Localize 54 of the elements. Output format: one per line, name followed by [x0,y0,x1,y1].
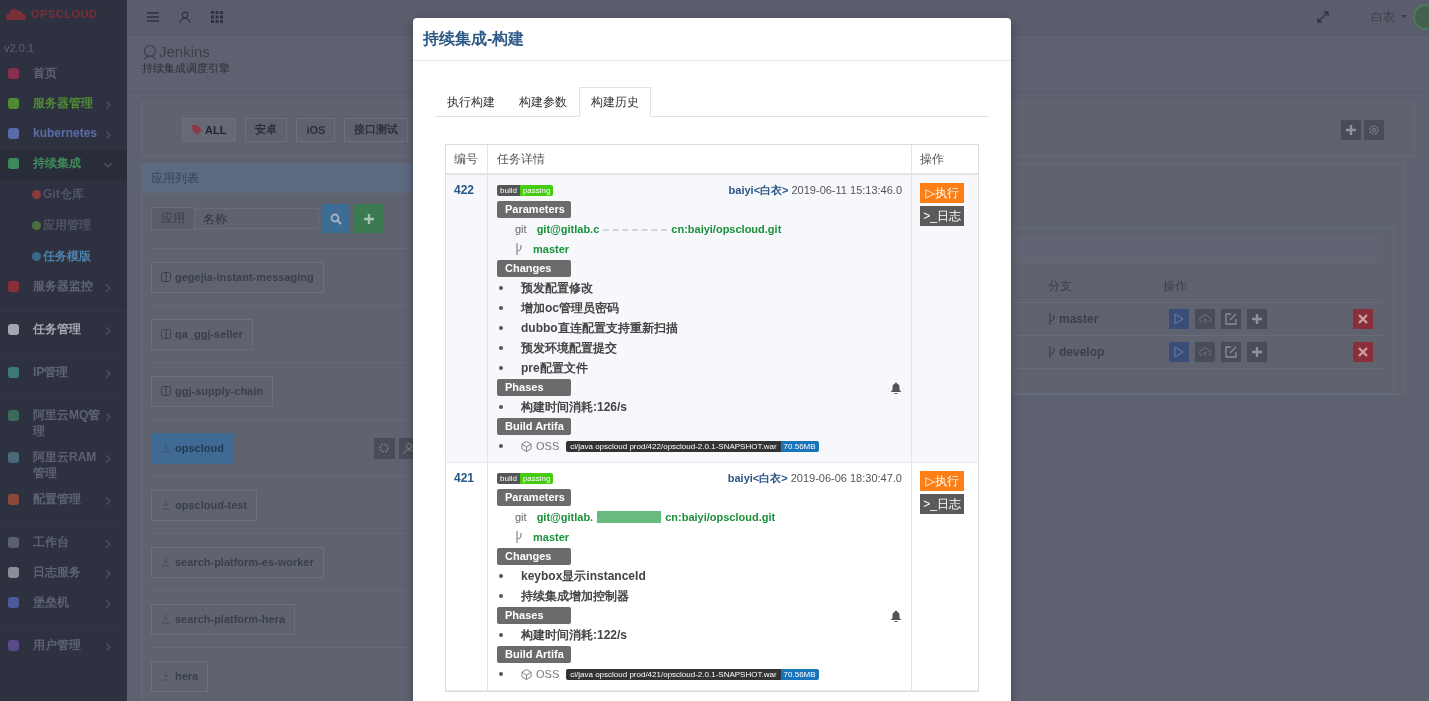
section-label: Phases [497,379,571,396]
menu-item[interactable]: 任务管理 [33,321,105,337]
section-label: Changes [497,260,571,277]
column-header: 操作 [919,150,945,168]
log-button[interactable]: >_日志 [920,206,964,226]
change-item: 持续集成增加控制器 [521,587,629,605]
storage-label: OSS [536,668,560,680]
log-button[interactable]: >_日志 [920,494,964,514]
menu-item[interactable]: 服务器管理 [33,95,105,111]
tab[interactable]: 构建参数 [507,87,579,117]
app-button[interactable]: opscloud [151,432,234,464]
phase-item: 构建时间消耗:122/s [521,626,628,644]
section-label: Build Artifa [497,646,571,663]
repo-url: git@gitlab.c [536,223,600,235]
section-label: Changes [497,548,571,565]
change-item: 增加oc管理员密码 [521,299,619,317]
artifact-path[interactable]: ci/java opscloud prod/421/opscloud-2.0.1-SNAPSHOT.war [566,668,781,680]
filter-button[interactable]: ALL [182,117,237,142]
change-item: dubbo直连配置支持重新扫描 [521,319,678,337]
build-number[interactable]: 421 [454,471,475,485]
section-label: Phases [497,607,571,624]
author-name[interactable]: baiyi<白衣> [728,183,789,196]
section-label: Build Artifa [497,418,571,435]
repo-url: cn:baiyi/opscloud.git [665,511,776,523]
menu-item[interactable]: kubernetes [33,125,105,141]
brand-logo[interactable]: OPSCLOUD [31,8,98,20]
change-item: 预发配置修改 [521,279,593,297]
artifact-size: 70.56MB [780,668,819,680]
repo-url: git@gitlab. [536,511,594,523]
branch-name: master [533,531,570,543]
column-header: 任务详情 [488,145,912,173]
run-button[interactable]: ▷执行 [920,471,964,491]
tab[interactable]: 执行构建 [435,87,507,117]
artifact-path[interactable]: ci/java opscloud prod/422/opscloud-2.0.1-SNAPSHOT.war [566,440,781,452]
change-item: 预发环境配置提交 [521,339,617,357]
phase-item: 构建时间消耗:126/s [521,398,628,416]
section-label: Parameters [497,489,571,506]
run-button[interactable]: ▷执行 [920,183,964,203]
dialog-title: 持续集成-构建 [423,28,525,49]
storage-label: OSS [536,440,560,452]
build-time: 2019-06-11 15:13:46.0 [791,183,902,196]
change-item: pre配置文件 [521,359,588,377]
branch-name: master [533,243,570,255]
artifact-size: 70.56MB [780,440,819,452]
section-label: Parameters [497,201,571,218]
submenu-item[interactable]: 任务模版 [43,248,91,265]
author-name[interactable]: baiyi<白衣> [727,471,788,484]
change-item: keybox显示instanceId [521,567,646,585]
git-label: git [515,511,527,523]
tab[interactable]: 构建历史 [579,87,651,117]
build-time: 2019-06-06 18:30:47.0 [790,471,902,484]
column-header: 编号 [446,145,488,173]
repo-url: cn:baiyi/opscloud.git [671,223,782,235]
git-label: git [515,223,527,235]
